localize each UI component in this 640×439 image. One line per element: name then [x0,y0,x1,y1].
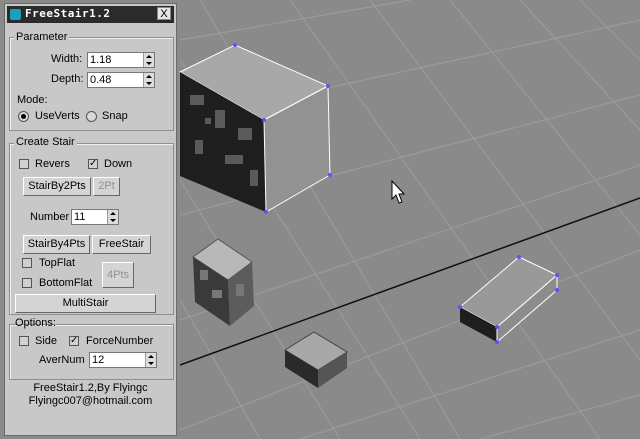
topflat-checkbox[interactable] [22,258,32,268]
avernum-spinner[interactable]: 12 [89,352,157,368]
width-label: Width: [51,53,83,65]
window-title: FreeStair1.2 [25,7,111,20]
revers-label[interactable]: Revers [35,158,70,170]
depth-label: Depth: [51,73,84,85]
mode-label: Mode: [17,94,48,106]
mode-useverts-label[interactable]: UseVerts [35,110,80,122]
options-group-label: Options: [15,317,56,329]
width-spinner-arrows[interactable] [143,53,154,67]
close-button[interactable]: X [157,7,171,20]
number-label: Number [30,211,70,223]
mode-snap-radio[interactable] [86,111,97,122]
multistair-button[interactable]: MultiStair [15,294,156,313]
forcenumber-label[interactable]: ForceNumber [86,335,153,347]
width-spinner[interactable]: 1.18 [87,52,155,68]
credit-text: FreeStair1.2,By Flyingc [33,382,148,394]
avernum-label: AverNum [39,354,85,366]
side-label[interactable]: Side [35,335,57,347]
bottomflat-checkbox[interactable] [22,278,32,288]
number-spinner-arrows[interactable] [107,210,118,224]
mode-useverts-radio[interactable] [18,111,29,122]
topflat-label[interactable]: TopFlat [39,257,75,269]
number-value: 11 [74,211,86,223]
width-value: 1.18 [90,54,112,66]
2pt-button[interactable]: 2Pt [93,177,120,196]
create-stair-group-label: Create Stair [14,136,77,148]
stairby4pts-button[interactable]: StairBy4Pts [23,235,90,254]
email-text: Flyingc007@hotmail.com [28,395,153,407]
down-label[interactable]: Down [104,158,132,170]
freestair-panel: FreeStair1.2 X Parameter Width: 1.18 Dep… [4,3,177,436]
stairby2pts-button[interactable]: StairBy2Pts [23,177,91,196]
parameter-group-label: Parameter [14,31,70,43]
depth-spinner-arrows[interactable] [143,73,154,87]
title-bar[interactable]: FreeStair1.2 X [7,6,174,23]
avernum-value: 12 [92,354,105,366]
depth-spinner[interactable]: 0.48 [87,72,155,88]
bottomflat-label[interactable]: BottomFlat [39,277,92,289]
revers-checkbox[interactable] [19,159,29,169]
down-checkbox[interactable]: ✓ [88,159,98,169]
number-spinner[interactable]: 11 [71,209,119,225]
freestair-button[interactable]: FreeStair [92,235,151,254]
app-icon [10,9,21,20]
side-checkbox[interactable] [19,336,29,346]
avernum-spinner-arrows[interactable] [145,353,156,367]
forcenumber-checkbox[interactable]: ✓ [69,336,79,346]
mode-snap-label[interactable]: Snap [102,110,128,122]
4pts-button[interactable]: 4Pts [102,262,134,288]
depth-value: 0.48 [90,74,112,86]
